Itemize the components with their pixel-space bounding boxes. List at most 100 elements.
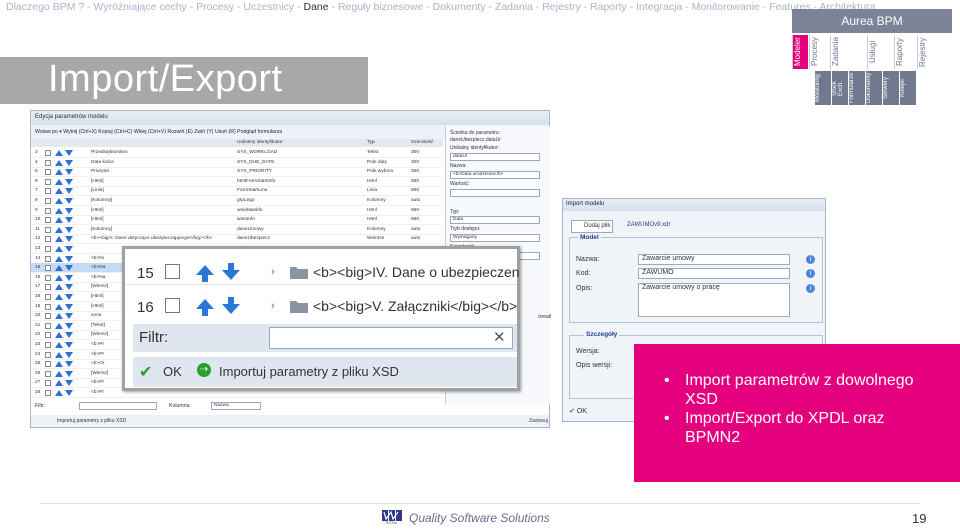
table-row[interactable]: 7 [Linia] FormStartLine Linia 900: [31, 186, 443, 197]
row-checkbox[interactable]: [45, 342, 51, 348]
move-up-icon[interactable]: [195, 263, 215, 288]
move-down-icon[interactable]: [221, 295, 241, 320]
move-down-icon[interactable]: [65, 322, 73, 329]
row-checkbox[interactable]: [45, 198, 51, 204]
table-row[interactable]: 8 [Kolumny] grpLego Kolumny auto: [31, 196, 443, 206]
clear-icon[interactable]: ✕: [493, 328, 506, 346]
move-down-icon[interactable]: [65, 178, 73, 185]
filter-input[interactable]: [79, 402, 157, 410]
row-checkbox[interactable]: [45, 284, 51, 291]
aurea-tab-raporty[interactable]: Raporty: [894, 35, 916, 69]
row-checkbox[interactable]: [45, 361, 51, 368]
aurea-subtab-2[interactable]: Formularze: [849, 71, 865, 105]
table-row[interactable]: 10 [Html] wnioInfo Html 950: [31, 215, 443, 226]
aurea-tab-usługi[interactable]: Usługi: [867, 35, 893, 69]
move-up-icon[interactable]: [195, 297, 215, 322]
move-down-icon[interactable]: [65, 207, 73, 214]
move-down-icon[interactable]: [65, 255, 73, 262]
move-down-icon[interactable]: [65, 294, 73, 300]
row-checkbox[interactable]: [45, 178, 51, 185]
move-up-icon[interactable]: [55, 178, 63, 185]
info-icon[interactable]: i: [806, 269, 815, 278]
row-checkbox[interactable]: [45, 303, 51, 310]
uid-field[interactable]: dataUr: [450, 153, 540, 161]
move-up-icon[interactable]: [55, 169, 63, 176]
move-down-icon[interactable]: [65, 236, 73, 243]
row-checkbox[interactable]: [45, 188, 51, 195]
move-down-icon[interactable]: [65, 150, 73, 156]
move-up-icon[interactable]: [55, 303, 63, 310]
move-down-icon[interactable]: [221, 261, 241, 286]
row-checkbox[interactable]: [165, 264, 180, 279]
value-field[interactable]: [450, 189, 540, 197]
move-down-icon[interactable]: [65, 188, 73, 195]
row-checkbox[interactable]: [45, 274, 51, 281]
row-checkbox[interactable]: [45, 255, 51, 262]
row-checkbox[interactable]: [45, 236, 51, 243]
aurea-label[interactable]: Aurea BPM: [792, 9, 952, 33]
move-down-icon[interactable]: [65, 332, 73, 339]
aurea-tab-procesy[interactable]: Procesy: [809, 35, 829, 69]
aurea-tab-modeler[interactable]: Modeler: [792, 35, 808, 69]
table-row[interactable]: 9 [Html] wniebtankfo Html 950: [31, 206, 443, 216]
move-up-icon[interactable]: [55, 188, 63, 195]
row-checkbox[interactable]: [165, 298, 180, 313]
move-up-icon[interactable]: [55, 246, 63, 252]
row-checkbox[interactable]: [45, 332, 51, 339]
move-up-icon[interactable]: [55, 370, 63, 377]
aurea-tab-zadania[interactable]: Zadania: [830, 35, 866, 69]
move-up-icon[interactable]: [55, 159, 63, 166]
expand-icon[interactable]: ›: [271, 300, 275, 312]
move-up-icon[interactable]: [55, 322, 63, 329]
col-type[interactable]: Typ: [367, 140, 375, 145]
move-up-icon[interactable]: [55, 150, 63, 156]
breadcrumb-before[interactable]: Dlaczego BPM ? - Wyróżniające cechy - Pr…: [6, 1, 304, 13]
move-down-icon[interactable]: [65, 265, 73, 272]
row-checkbox[interactable]: [45, 226, 51, 233]
move-down-icon[interactable]: [65, 351, 73, 358]
move-down-icon[interactable]: [65, 361, 73, 368]
row-checkbox[interactable]: [45, 217, 51, 224]
info-icon[interactable]: i: [806, 284, 815, 293]
aurea-subtab-1[interactable]: Stock Exch.: [832, 71, 848, 105]
column-select[interactable]: Nazwa: [211, 402, 261, 410]
move-down-icon[interactable]: [65, 370, 73, 377]
row-checkbox[interactable]: [45, 322, 51, 329]
move-up-icon[interactable]: [55, 313, 63, 320]
move-down-icon[interactable]: [65, 246, 73, 252]
row-checkbox[interactable]: [45, 246, 51, 252]
move-down-icon[interactable]: [65, 274, 73, 281]
move-up-icon[interactable]: [55, 380, 63, 387]
editor-import-xsd[interactable]: Importuj parametry z pliku XSD: [57, 418, 126, 424]
move-up-icon[interactable]: [55, 207, 63, 214]
move-up-icon[interactable]: [55, 332, 63, 339]
aurea-subtab-5[interactable]: Kolejki: [900, 71, 916, 105]
apply-button[interactable]: Zastosuj: [529, 418, 548, 424]
table-row[interactable]: 5 Priorytet SYS_PRIORITY Pole wyboru 300: [31, 167, 443, 178]
model-name-field[interactable]: Zawarcie umowy: [638, 254, 790, 265]
import-ok-button[interactable]: ✔ OK: [569, 407, 587, 415]
move-down-icon[interactable]: [65, 198, 73, 204]
row-checkbox[interactable]: [45, 169, 51, 176]
move-down-icon[interactable]: [65, 303, 73, 310]
move-up-icon[interactable]: [55, 236, 63, 243]
move-up-icon[interactable]: [55, 390, 63, 396]
move-up-icon[interactable]: [55, 342, 63, 348]
name-field[interactable]: <b>Data urodzenia</b>: [450, 171, 540, 179]
move-up-icon[interactable]: [55, 274, 63, 281]
row-checkbox[interactable]: [45, 390, 51, 396]
move-up-icon[interactable]: [55, 265, 63, 272]
row-checkbox[interactable]: [45, 380, 51, 387]
row-checkbox[interactable]: [45, 265, 51, 272]
move-down-icon[interactable]: [65, 217, 73, 224]
move-down-icon[interactable]: [65, 284, 73, 291]
access-select[interactable]: Wymagany: [450, 234, 540, 242]
move-up-icon[interactable]: [55, 361, 63, 368]
row-checkbox[interactable]: [45, 351, 51, 358]
col-uid[interactable]: Unikalny identyfikator: [237, 140, 283, 145]
breadcrumb-current[interactable]: Dane: [304, 1, 329, 13]
model-code-field[interactable]: ZAWUMO: [638, 268, 790, 279]
info-icon[interactable]: i: [806, 255, 815, 264]
table-row[interactable]: 12 <b><big>I. Dane dotyczące ubezpieczają…: [31, 234, 443, 245]
row-checkbox[interactable]: [45, 207, 51, 214]
